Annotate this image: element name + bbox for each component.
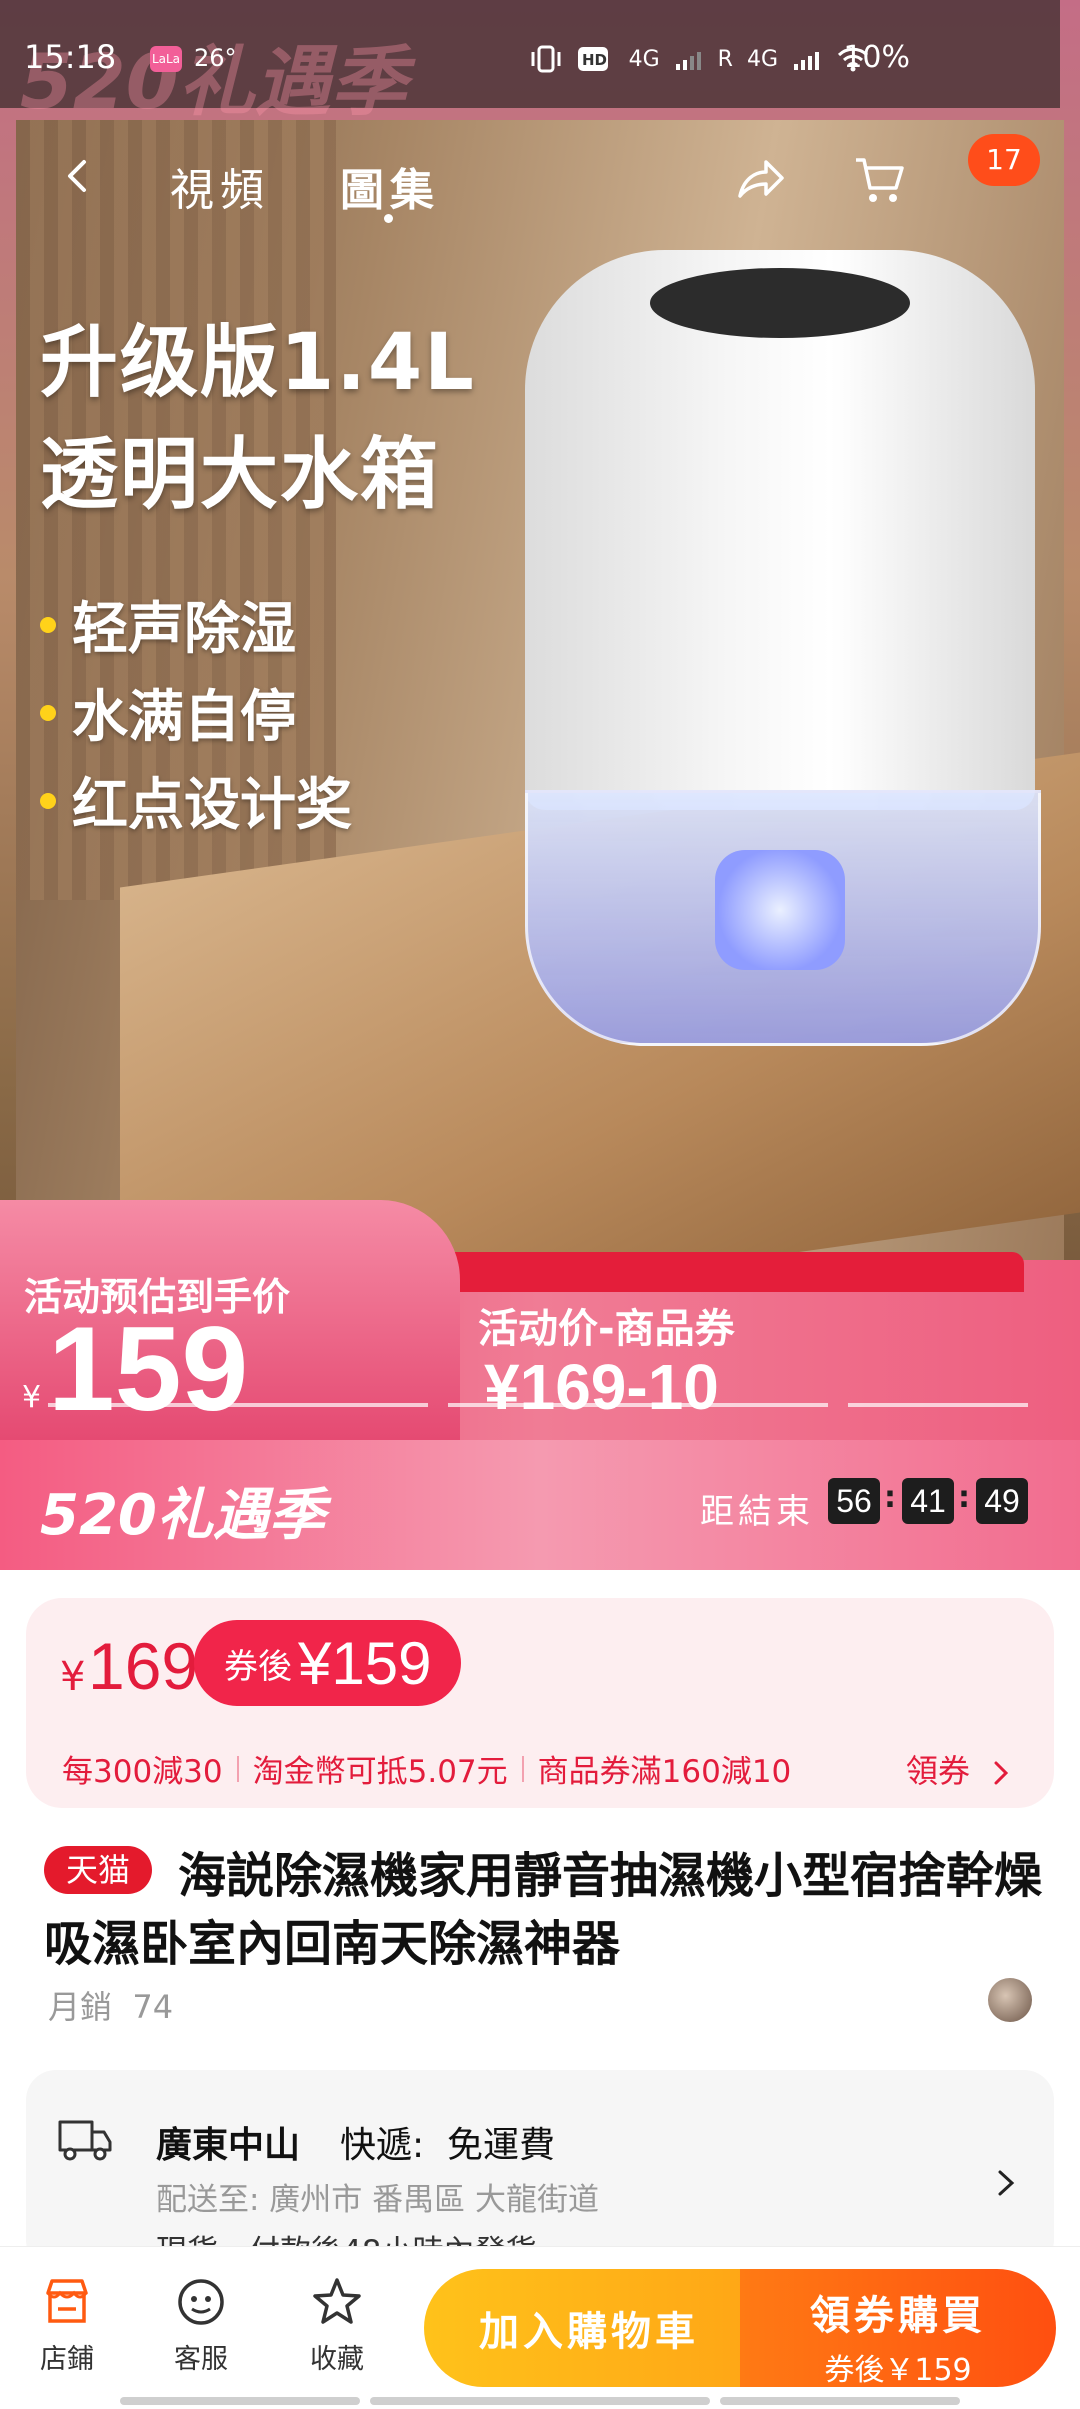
price-card: ¥ 169 券後 ¥159 每300減30 淘金幣可抵5.07元 商品券滿160… [26,1598,1054,1808]
bottom-action-bar: 店鋪 客服 收藏 加入購物車 領券購買 券後￥159 [0,2246,1080,2409]
after-coupon-price: ¥159 [298,1629,432,1697]
store-icon [46,2279,88,2323]
dehumidifier-product-image [525,250,1041,1050]
countdown-seconds: 49 [976,1478,1028,1524]
status-time: 15:18 [24,38,117,76]
chevron-right-icon [998,2170,1015,2196]
shipping-summary: 廣東中山 快遞: 免運費 [156,2116,555,2168]
price-banner: 活动预估到手价 ¥ 159 活动价-商品券 ¥169-10 [0,1200,1080,1440]
shipping-card[interactable]: 廣東中山 快遞: 免運費 配送至: 廣州市 番禺區 大龍街道 現貨，付款後48小… [26,2070,1054,2270]
get-coupon-link[interactable]: 領券 [906,1746,1012,1792]
ship-method: 快遞: 免運費 [340,2125,556,2166]
estimate-price: 159 [48,1302,249,1436]
buy-sub-label: 券後￥159 [824,2353,972,2388]
signal-label: 4G [628,46,660,72]
promo-item: 每300減30 [62,1754,223,1790]
buy-label: 領券購買 [810,2293,986,2339]
chat-face-icon [178,2279,224,2325]
promotion-list[interactable]: 每300減30 淘金幣可抵5.07元 商品券滿160減10 [62,1746,791,1791]
vibrate-icon [531,45,561,73]
hero-headline-2: 透明大水箱 [40,430,441,520]
back-icon[interactable] [60,158,96,194]
customer-service-button[interactable]: 客服 [146,2275,256,2376]
avatar[interactable] [988,1978,1032,2022]
countdown-label: 距結束 [700,1492,814,1532]
gallery-progress-segment [848,1403,1028,1407]
add-to-cart-button[interactable]: 加入購物車 [424,2269,754,2387]
favorite-button[interactable]: 收藏 [282,2275,392,2376]
tmall-badge: 天猫 [44,1846,152,1894]
hero-bullet: 水满自停 [40,672,296,753]
promo-item: 商品券滿160減10 [537,1754,792,1790]
app-notification-icon: LaLa [150,46,182,72]
hero-bullet: 红点设计奖 [40,760,352,841]
share-icon[interactable] [732,152,788,208]
cart-count-badge: 17 [968,134,1040,186]
signal-label: 4G [746,46,778,72]
after-coupon-label: 券後 [224,1646,292,1687]
truck-icon [58,2120,112,2161]
monthly-sales: 月銷 74 [48,1988,174,2026]
tab-gallery[interactable]: 圖集 [340,154,440,218]
store-button[interactable]: 店鋪 [12,2275,122,2376]
countdown-minutes: 41 [902,1478,954,1524]
chevron-right-icon [994,1761,1009,1785]
star-icon [313,2278,361,2324]
active-tab-indicator [384,214,393,223]
gesture-bar [720,2397,960,2405]
promo-strip: 520礼遇季 距結束 56 : 41 : 49 [0,1440,1080,1570]
activity-price: ¥169-10 [484,1351,719,1423]
current-price: 169 [88,1629,199,1703]
activity-price-label: 活动价-商品券 [478,1306,735,1352]
gallery-progress-segment [48,1403,428,1407]
gesture-bar [370,2397,710,2405]
svg-text:HD: HD [582,51,607,69]
promo-brand-logo: 520礼遇季 [40,1483,325,1548]
tab-video[interactable]: 視頻 [170,154,270,218]
signal-icon [794,52,819,70]
roaming-label: R [717,46,733,72]
hd-icon: HD [577,47,608,71]
ship-origin: 廣東中山 [156,2125,301,2166]
promo-item: 淘金幣可抵5.07元 [252,1754,508,1790]
status-bar: 520礼遇季 15:18 LaLa 26° HD 4G R 4G 10% [0,0,1060,126]
cart-icon[interactable] [852,152,908,208]
top-navigation: 視頻 圖集 [0,140,1080,223]
signal-icon [675,52,701,70]
gallery-progress-segment [448,1403,828,1407]
buy-with-coupon-button[interactable]: 領券購買 券後￥159 [740,2269,1056,2388]
hero-bullet: 轻声除湿 [40,584,296,665]
status-temperature: 26° [194,44,237,72]
product-title: 海説除濕機家用靜音抽濕機小型宿捨幹燥吸濕卧室內回南天除濕神器 [44,1848,1043,1972]
status-icons: HD 4G R 4G [529,42,870,76]
countdown-hours: 56 [828,1478,880,1524]
deliver-to: 配送至: 廣州市 番禺區 大龍街道 [156,2182,600,2218]
after-coupon-price-badge: 券後 ¥159 [194,1620,462,1706]
product-details: ¥ 169 券後 ¥159 每300減30 淘金幣可抵5.07元 商品券滿160… [0,1570,1080,2270]
price-currency: ¥ [60,1654,86,1700]
battery-level: 10% [843,40,910,75]
gesture-bar [120,2397,360,2405]
estimate-currency: ¥ [22,1380,42,1415]
hero-headline-1: 升级版1.4L [40,318,476,408]
